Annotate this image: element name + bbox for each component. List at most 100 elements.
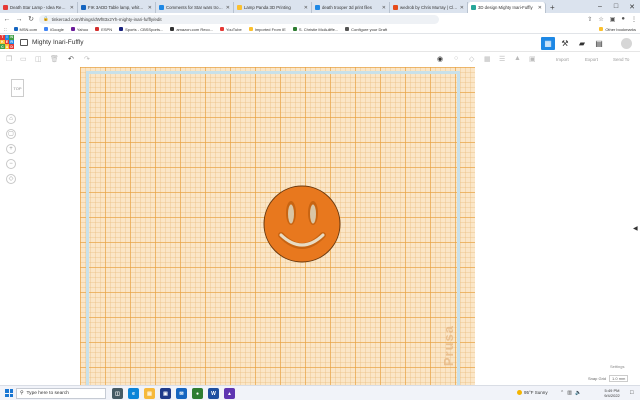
- copy-icon[interactable]: ❐: [6, 55, 12, 63]
- chrome-icon[interactable]: ●: [192, 388, 203, 399]
- weather-widget[interactable]: 95°F Sunny: [517, 390, 548, 395]
- bookmark-item[interactable]: Yahoo: [70, 26, 89, 32]
- settings-link[interactable]: Settings: [610, 364, 624, 369]
- bookmark-item[interactable]: Configure your Draft: [345, 27, 387, 32]
- close-window-button[interactable]: ✕: [624, 3, 640, 11]
- align-icon[interactable]: ☰: [499, 55, 505, 63]
- bookmark-label: amazon.com Reco...: [176, 26, 214, 32]
- bookmark-label: Yahoo: [76, 26, 89, 32]
- reload-icon[interactable]: ↻: [27, 15, 35, 23]
- bookmark-item[interactable]: Sports - CBSSports...: [119, 27, 163, 32]
- taskbar-clock[interactable]: 5:49 PM 9/4/2022: [598, 388, 626, 398]
- light-icon[interactable]: ○: [454, 55, 458, 62]
- build-tools-button[interactable]: ⚒: [558, 37, 572, 50]
- close-tab-icon[interactable]: ✕: [304, 5, 308, 11]
- start-menu-icon[interactable]: [5, 389, 13, 397]
- forward-icon[interactable]: →: [15, 16, 23, 23]
- design-list-icon[interactable]: [20, 39, 28, 46]
- extensions-icon[interactable]: ▣: [610, 16, 616, 23]
- group-icon[interactable]: ▣: [529, 55, 536, 63]
- sun-icon: [517, 390, 522, 395]
- store-icon[interactable]: ▣: [160, 388, 171, 399]
- bookmark-favicon-icon: [70, 27, 75, 31]
- bookmark-item[interactable]: Imported From IE: [248, 27, 286, 32]
- browser-tab[interactable]: wedrob by Chris Murray | Cloud ✕: [390, 2, 468, 13]
- view-cube[interactable]: TOP: [11, 79, 24, 97]
- other-bookmarks[interactable]: Other bookmarks: [599, 27, 636, 32]
- camera-icon[interactable]: ◉: [437, 55, 443, 63]
- bookmark-item[interactable]: YouTube: [220, 27, 242, 32]
- bookmark-item[interactable]: ESPN: [95, 27, 112, 32]
- new-tab-button[interactable]: +: [546, 2, 559, 13]
- maximize-button[interactable]: □: [608, 3, 624, 10]
- browser-tab[interactable]: 3D design Mighty Inari-Fuffly ✕: [468, 2, 546, 13]
- menu-icon[interactable]: ⋮: [631, 16, 637, 23]
- browser-tab[interactable]: Lamp Panda 3D Printing ✕: [234, 2, 312, 13]
- bookmark-favicon-icon: [170, 27, 175, 31]
- file-explorer-icon[interactable]: ▤: [144, 388, 155, 399]
- fit-view-icon[interactable]: ▢: [6, 129, 16, 139]
- browser-tab[interactable]: Comments for Star wars trooper ✕: [156, 2, 234, 13]
- bookmark-label: iGoogle: [50, 26, 64, 32]
- star-icon[interactable]: ☆: [598, 16, 603, 23]
- duplicate-icon[interactable]: ◫: [35, 55, 42, 63]
- send-to-button[interactable]: Send To: [613, 57, 629, 62]
- tinkercad-logo[interactable]: TINKERCAD: [0, 35, 14, 49]
- close-tab-icon[interactable]: ✕: [70, 5, 74, 11]
- tab-favicon-icon: [315, 5, 320, 10]
- windows-taskbar: ⚲ Type here to search 95°F Sunny ⌃ ▥ 🔈 5…: [0, 385, 640, 400]
- grid-view-button[interactable]: ▦: [541, 37, 555, 50]
- profile-icon[interactable]: ●: [621, 16, 625, 23]
- system-tray[interactable]: ⌃ ▥ 🔈: [560, 390, 581, 396]
- browser-tab[interactable]: death trooper 3d print files ✕: [312, 2, 390, 13]
- grid-icon[interactable]: ▦: [484, 55, 491, 63]
- suitcase-button[interactable]: ▤: [592, 37, 606, 50]
- browser-tab[interactable]: Death Star Lamp - Idea Rees 3D ✕: [0, 2, 78, 13]
- mirror-icon[interactable]: ▲: [514, 55, 521, 62]
- export-button[interactable]: Export: [585, 57, 598, 62]
- workspace[interactable]: Prusa TOP ⌂ ▢ + − ◇ ◀ Settings Snap Grid…: [0, 67, 640, 391]
- bookmark-item[interactable]: S. Christie McAuliffe...: [292, 27, 338, 32]
- home-view-icon[interactable]: ⌂: [6, 114, 16, 124]
- undo-icon[interactable]: ↶: [68, 55, 74, 63]
- shape-icon[interactable]: ◇: [469, 55, 474, 63]
- volume-icon[interactable]: 🔈: [575, 390, 581, 396]
- taskbar-search-input[interactable]: ⚲ Type here to search: [16, 388, 106, 399]
- design-title[interactable]: Mighty Inari-Fuffly: [32, 39, 84, 46]
- task-view-icon[interactable]: ◫: [112, 388, 123, 399]
- paste-icon[interactable]: ▭: [20, 55, 27, 63]
- import-button[interactable]: Import: [556, 57, 569, 62]
- close-tab-icon[interactable]: ✕: [460, 5, 464, 11]
- minimize-button[interactable]: –: [592, 3, 608, 10]
- url-input[interactable]: 🔒 tinkercad.com/things/dWf83x2Yh-mighty-…: [39, 14, 439, 24]
- share-icon[interactable]: ⇧: [587, 16, 592, 23]
- smiley-face-shape[interactable]: [263, 185, 341, 263]
- user-avatar[interactable]: [621, 38, 632, 49]
- bookmark-favicon-icon: [44, 27, 49, 31]
- bricks-button[interactable]: ▰: [575, 37, 589, 50]
- redo-icon[interactable]: ↷: [84, 55, 90, 63]
- photos-icon[interactable]: ▲: [224, 388, 235, 399]
- edge-icon[interactable]: e: [128, 388, 139, 399]
- collapse-panel-icon[interactable]: ◀: [633, 225, 638, 232]
- mail-icon[interactable]: ✉: [176, 388, 187, 399]
- chevron-up-icon[interactable]: ⌃: [560, 390, 564, 396]
- close-tab-icon[interactable]: ✕: [538, 5, 542, 11]
- zoom-in-icon[interactable]: +: [6, 144, 16, 154]
- network-icon[interactable]: ▥: [567, 390, 572, 396]
- delete-icon[interactable]: 🗑: [50, 55, 59, 63]
- notification-icon[interactable]: □: [630, 390, 634, 396]
- bookmark-item[interactable]: amazon.com Reco...: [170, 27, 213, 32]
- close-tab-icon[interactable]: ✕: [148, 5, 152, 11]
- bookmark-item[interactable]: MSN.com: [13, 27, 37, 32]
- back-icon[interactable]: ←: [3, 16, 11, 23]
- apps-grid-icon[interactable]: ∷: [4, 27, 7, 32]
- close-tab-icon[interactable]: ✕: [382, 5, 386, 11]
- word-icon[interactable]: W: [208, 388, 219, 399]
- browser-tab[interactable]: FIK 3ADD Table lamp, white, 17 cm✕: [78, 2, 156, 13]
- bookmark-item[interactable]: iGoogle: [44, 27, 64, 32]
- close-tab-icon[interactable]: ✕: [226, 5, 230, 11]
- zoom-out-icon[interactable]: −: [6, 159, 16, 169]
- perspective-icon[interactable]: ◇: [6, 174, 16, 184]
- snap-grid-select[interactable]: 1.0 mm: [609, 375, 629, 382]
